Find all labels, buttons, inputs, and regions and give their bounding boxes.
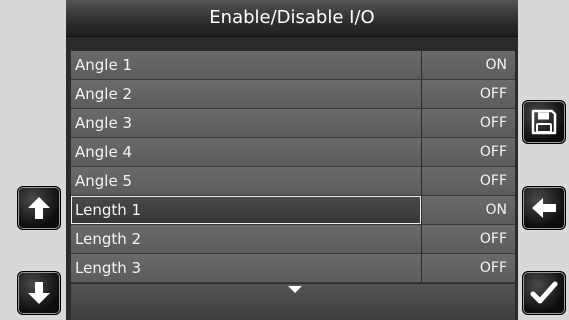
io-state[interactable]: OFF [422, 80, 515, 108]
io-name: Angle 2 [71, 80, 422, 108]
list-item[interactable]: Angle 4 OFF [71, 138, 515, 167]
io-name: Angle 1 [71, 51, 422, 79]
page-title: Enable/Disable I/O [66, 0, 518, 37]
back-arrow-icon [532, 198, 556, 218]
io-panel: Enable/Disable I/O Angle 1 ON Angle 2 OF… [66, 0, 518, 320]
list-footer [71, 284, 515, 320]
io-state[interactable]: OFF [422, 109, 515, 137]
io-name: Length 1 [71, 196, 422, 224]
list-item[interactable]: Angle 3 OFF [71, 109, 515, 138]
io-state[interactable]: OFF [422, 225, 515, 253]
save-button[interactable] [522, 100, 566, 144]
confirm-button[interactable] [522, 271, 566, 315]
list-item[interactable]: Angle 1 ON [71, 51, 515, 80]
io-name: Length 2 [71, 225, 422, 253]
io-state[interactable]: ON [422, 51, 515, 79]
io-state[interactable]: ON [422, 196, 515, 224]
list-item[interactable]: Angle 2 OFF [71, 80, 515, 109]
scroll-up-button[interactable] [17, 186, 61, 230]
more-items-indicator [288, 286, 302, 293]
io-state[interactable]: OFF [422, 167, 515, 195]
io-list: Angle 1 ON Angle 2 OFF Angle 3 OFF Angle… [71, 50, 515, 283]
checkmark-icon [530, 281, 558, 304]
list-item[interactable]: Angle 5 OFF [71, 167, 515, 196]
io-state[interactable]: OFF [422, 254, 515, 282]
io-name: Angle 5 [71, 167, 422, 195]
list-item-selected[interactable]: Length 1 ON [71, 196, 515, 225]
io-state[interactable]: OFF [422, 138, 515, 166]
up-arrow-icon [28, 197, 50, 219]
io-name: Angle 3 [71, 109, 422, 137]
io-name: Length 3 [71, 254, 422, 282]
save-icon [531, 109, 557, 135]
back-button[interactable] [522, 186, 566, 230]
list-item[interactable]: Length 2 OFF [71, 225, 515, 254]
io-name: Angle 4 [71, 138, 422, 166]
list-item[interactable]: Length 3 OFF [71, 254, 515, 283]
scroll-down-button[interactable] [17, 271, 61, 315]
down-arrow-icon [28, 282, 50, 304]
